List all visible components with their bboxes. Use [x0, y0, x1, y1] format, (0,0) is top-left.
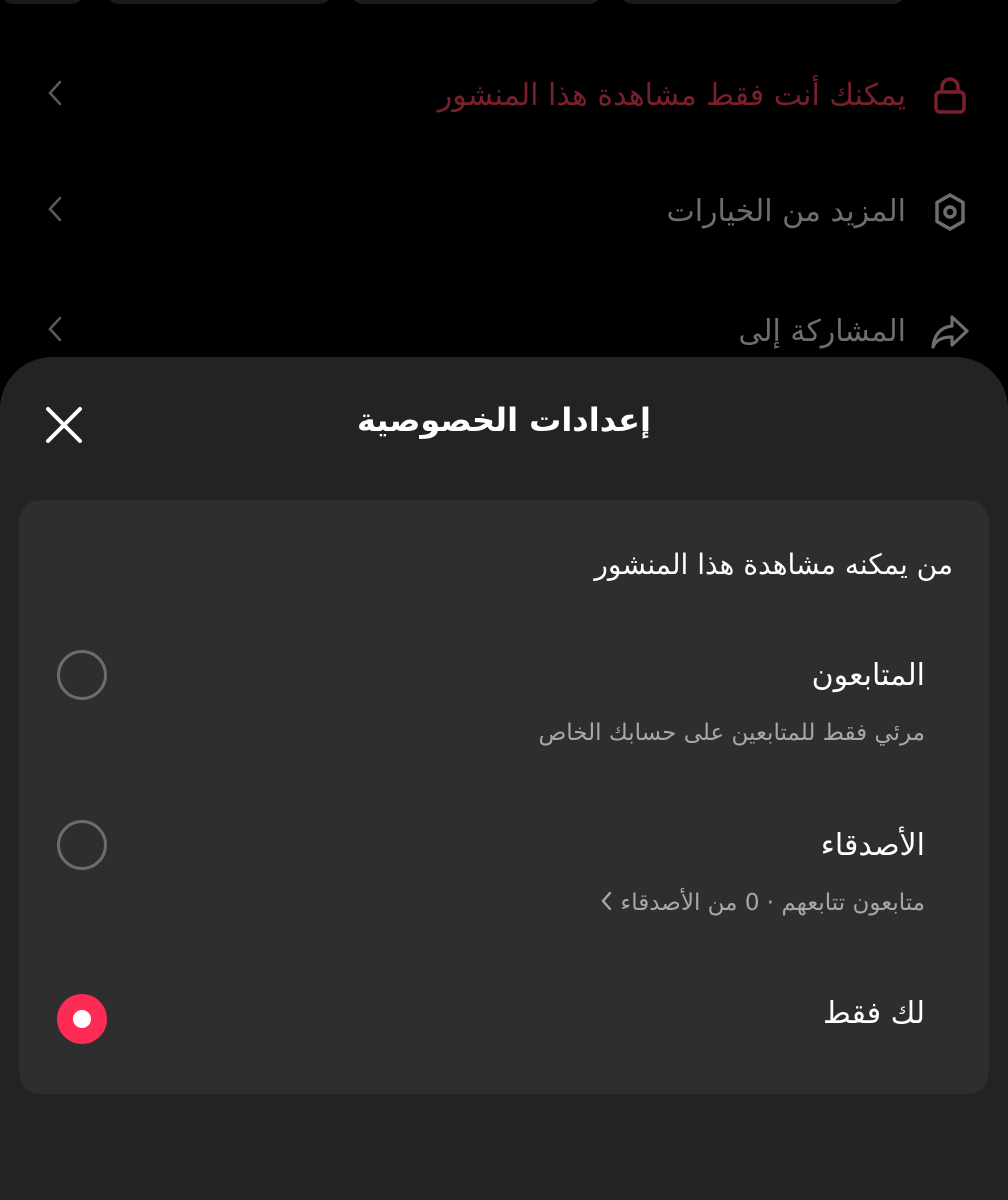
chip[interactable] — [620, 0, 906, 4]
visibility-row[interactable]: يمكنك أنت فقط مشاهدة هذا المنشور — [0, 58, 1008, 138]
option-followers[interactable]: المتابعون مرئي فقط للمتابعين على حسابك ا… — [19, 650, 989, 770]
more-options-label: المزيد من الخيارات — [666, 194, 906, 229]
close-icon — [46, 407, 82, 443]
option-only-you[interactable]: لك فقط — [19, 992, 989, 1052]
radio-button[interactable] — [57, 650, 107, 700]
chip[interactable] — [350, 0, 602, 4]
chip[interactable] — [106, 0, 332, 4]
visibility-row-label: يمكنك أنت فقط مشاهدة هذا المنشور — [437, 78, 906, 113]
chip[interactable] — [0, 0, 84, 4]
top-chip-strip — [0, 0, 1008, 6]
option-subtitle: مرئي فقط للمتابعين على حسابك الخاص — [538, 720, 925, 746]
share-icon — [930, 312, 970, 352]
option-title: لك فقط — [823, 996, 925, 1031]
chevron-left-icon — [600, 887, 612, 921]
radio-button-selected[interactable] — [57, 994, 107, 1044]
privacy-settings-sheet: إعدادات الخصوصية من يمكنه مشاهدة هذا الم… — [0, 357, 1008, 1200]
gear-icon — [930, 192, 970, 232]
share-to-label: المشاركة إلى — [738, 314, 906, 349]
option-subtitle: متابعون تتابعهم · 0 من الأصدقاء — [620, 890, 925, 916]
chevron-left-icon — [40, 314, 70, 344]
visibility-options-card: من يمكنه مشاهدة هذا المنشور المتابعون مر… — [19, 500, 989, 1094]
chevron-left-icon — [40, 194, 70, 224]
sheet-title: إعدادات الخصوصية — [357, 401, 651, 439]
lock-icon — [930, 76, 970, 116]
option-friends[interactable]: الأصدقاء متابعون تتابعهم · 0 من الأصدقاء — [19, 820, 989, 940]
radio-button[interactable] — [57, 820, 107, 870]
card-heading: من يمكنه مشاهدة هذا المنشور — [594, 548, 953, 581]
more-options-row[interactable]: المزيد من الخيارات — [0, 174, 1008, 254]
option-subtitle-row[interactable]: متابعون تتابعهم · 0 من الأصدقاء — [600, 886, 925, 921]
chevron-left-icon — [40, 78, 70, 108]
option-title: الأصدقاء — [820, 828, 925, 863]
option-title: المتابعون — [811, 658, 925, 693]
sheet-header: إعدادات الخصوصية — [0, 357, 1008, 487]
close-button[interactable] — [40, 401, 88, 449]
